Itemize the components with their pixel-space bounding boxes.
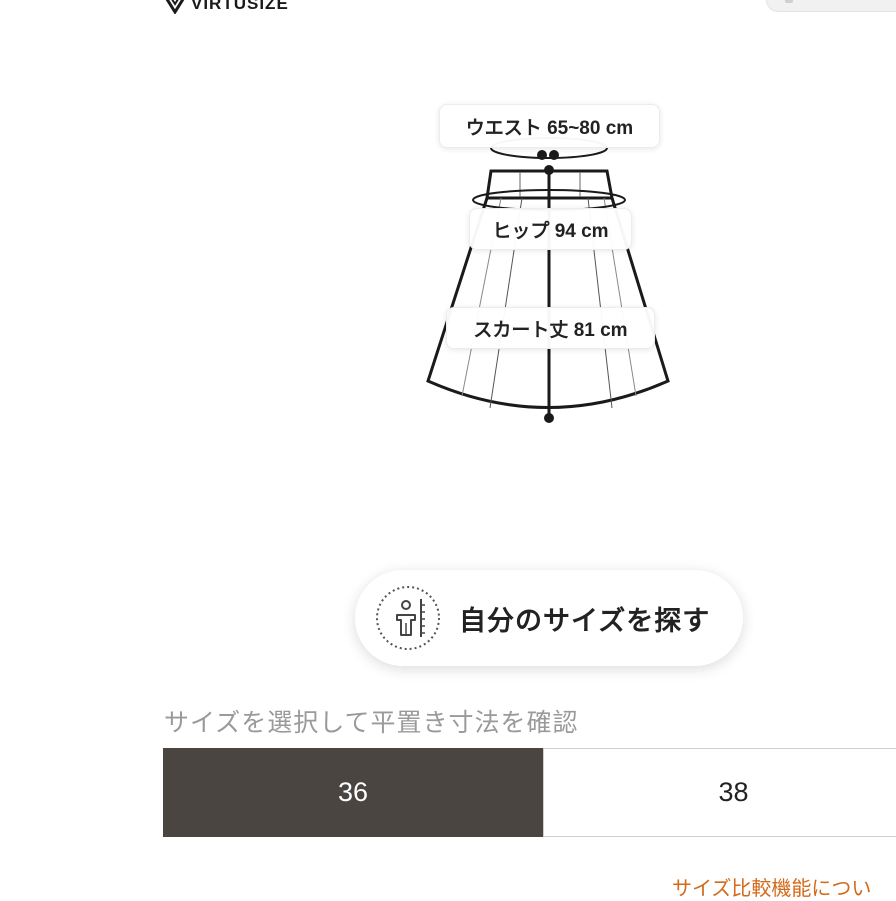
measure-point — [537, 150, 547, 160]
size-tab-38[interactable]: 38 — [543, 748, 896, 837]
hip-measurement-label: ヒップ 94 cm — [469, 208, 632, 250]
measure-point — [544, 165, 554, 175]
length-measurement-label: スカート丈 81 cm — [446, 307, 655, 349]
find-my-size-label: 自分のサイズを探す — [459, 605, 711, 636]
find-my-size-button[interactable]: 自分のサイズを探す — [355, 570, 743, 666]
measure-point — [549, 150, 559, 160]
waist-measurement-label: ウエスト 65~80 cm — [439, 104, 660, 148]
measure-point — [544, 413, 554, 423]
size-tab-36[interactable]: 36 — [163, 748, 543, 837]
size-select-prompt: サイズを選択して平置き寸法を確認 — [164, 708, 579, 737]
size-compare-info-link[interactable]: サイズ比較機能につい — [672, 872, 871, 901]
body-measure-icon — [375, 585, 441, 651]
size-tabs: 36 38 — [163, 748, 896, 837]
